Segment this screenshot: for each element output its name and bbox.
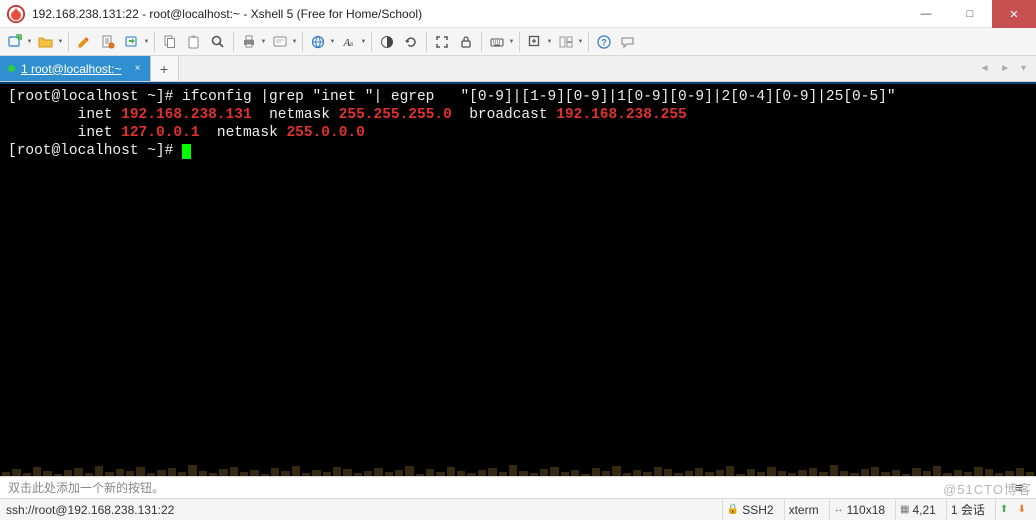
lock-icon[interactable]: [455, 31, 477, 53]
status-bar: ssh://root@192.168.238.131:22 🔒SSH2 xter…: [0, 498, 1036, 520]
status-ssh: 🔒SSH2: [722, 499, 778, 520]
status-cursor-pos: ▦4,21: [895, 499, 940, 520]
encoding-dropdown[interactable]: ▼: [329, 31, 336, 53]
cursor: [182, 144, 191, 159]
print-icon[interactable]: [238, 31, 260, 53]
keyboard-dropdown[interactable]: ▼: [508, 31, 515, 53]
svg-text:?: ?: [601, 37, 607, 47]
tab-session-1[interactable]: 1 root@localhost:~ ×: [0, 56, 151, 81]
toolbar-separator: [68, 32, 69, 52]
new-window-icon[interactable]: [524, 31, 546, 53]
tab-strip: 1 root@localhost:~ × + ◄ ► ▾: [0, 56, 1036, 82]
fullscreen-icon[interactable]: [431, 31, 453, 53]
keyboard-icon[interactable]: [486, 31, 508, 53]
paste-icon[interactable]: [183, 31, 205, 53]
toolbar-separator: [481, 32, 482, 52]
arrow-up-icon: ⬆: [1000, 504, 1008, 515]
clear-dropdown[interactable]: ▼: [291, 31, 298, 53]
resize-icon: ↔: [834, 504, 844, 515]
prompt: [root@localhost ~]#: [8, 143, 182, 159]
maximize-button[interactable]: □: [948, 0, 992, 28]
minimize-button[interactable]: —: [904, 0, 948, 28]
transfer-dropdown[interactable]: ▼: [143, 31, 150, 53]
status-term-type: xterm: [784, 499, 823, 520]
properties-icon[interactable]: [97, 31, 119, 53]
broadcast: 192.168.238.255: [556, 107, 687, 123]
encoding-icon[interactable]: [307, 31, 329, 53]
prompt: [root@localhost ~]#: [8, 89, 182, 105]
toolbar-separator: [154, 32, 155, 52]
toolbar-separator: [519, 32, 520, 52]
quick-button-bar[interactable]: 双击此处添加一个新的按钮。 ≡: [0, 476, 1036, 498]
open-dropdown[interactable]: ▼: [57, 31, 64, 53]
help-icon[interactable]: ?: [593, 31, 615, 53]
color-scheme-icon[interactable]: [376, 31, 398, 53]
new-session-dropdown[interactable]: ▼: [26, 31, 33, 53]
edit-icon[interactable]: [73, 31, 95, 53]
toolbar-separator: [426, 32, 427, 52]
open-folder-icon[interactable]: [35, 31, 57, 53]
close-button[interactable]: ✕: [992, 0, 1036, 28]
audio-equalizer-deco: [0, 456, 1036, 476]
svg-text:a: a: [350, 39, 354, 48]
ip-address: 127.0.0.1: [121, 125, 199, 141]
transfer-icon[interactable]: [121, 31, 143, 53]
lock-icon: 🔒: [727, 504, 739, 515]
new-session-icon[interactable]: [4, 31, 26, 53]
chat-icon[interactable]: [617, 31, 639, 53]
status-size: ↔110x18: [829, 499, 889, 520]
xshell-app-icon: [6, 4, 26, 24]
netmask: 255.0.0.0: [286, 125, 364, 141]
connection-url: ssh://root@192.168.238.131:22: [6, 503, 174, 517]
status-updown: ⬆ ⬇: [995, 499, 1030, 520]
font-dropdown[interactable]: ▼: [360, 31, 367, 53]
tab-nav-arrows[interactable]: ◄ ► ▾: [980, 56, 1036, 81]
terminal[interactable]: [root@localhost ~]# ifconfig |grep "inet…: [0, 82, 1036, 476]
print-dropdown[interactable]: ▼: [260, 31, 267, 53]
tab-title: 1 root@localhost:~: [21, 62, 122, 76]
find-icon[interactable]: [207, 31, 229, 53]
quick-button-hint: 双击此处添加一个新的按钮。: [8, 479, 164, 496]
font-icon[interactable]: Aa: [338, 31, 360, 53]
ip-address: 192.168.238.131: [121, 107, 252, 123]
clear-screen-icon[interactable]: [269, 31, 291, 53]
hamburger-icon[interactable]: ≡: [1010, 480, 1028, 495]
connection-status-icon: [8, 65, 15, 72]
terminal-content: [root@localhost ~]# ifconfig |grep "inet…: [0, 84, 1036, 164]
window-title: 192.168.238.131:22 - root@localhost:~ - …: [32, 0, 904, 28]
reconnect-icon[interactable]: [400, 31, 422, 53]
new-window-dropdown[interactable]: ▼: [546, 31, 553, 53]
window-controls: — □ ✕: [904, 0, 1036, 27]
grid-icon: ▦: [900, 504, 909, 515]
copy-icon[interactable]: [159, 31, 181, 53]
status-session: 1 会话: [946, 499, 989, 520]
title-bar: 192.168.238.131:22 - root@localhost:~ - …: [0, 0, 1036, 28]
toolbar: ▼ ▼ ▼ ▼ ▼ ▼ Aa ▼ ▼: [0, 28, 1036, 56]
toolbar-separator: [588, 32, 589, 52]
tab-close-icon[interactable]: ×: [132, 63, 144, 75]
tab-add-button[interactable]: +: [151, 56, 179, 81]
netmask: 255.255.255.0: [339, 107, 452, 123]
toolbar-separator: [233, 32, 234, 52]
toolbar-separator: [302, 32, 303, 52]
command-text: ifconfig |grep "inet "| egrep "[0-9]|[1-…: [182, 89, 896, 105]
layout-dropdown[interactable]: ▼: [577, 31, 584, 53]
arrow-down-icon: ⬇: [1018, 504, 1026, 515]
toolbar-separator: [371, 32, 372, 52]
layout-icon[interactable]: [555, 31, 577, 53]
